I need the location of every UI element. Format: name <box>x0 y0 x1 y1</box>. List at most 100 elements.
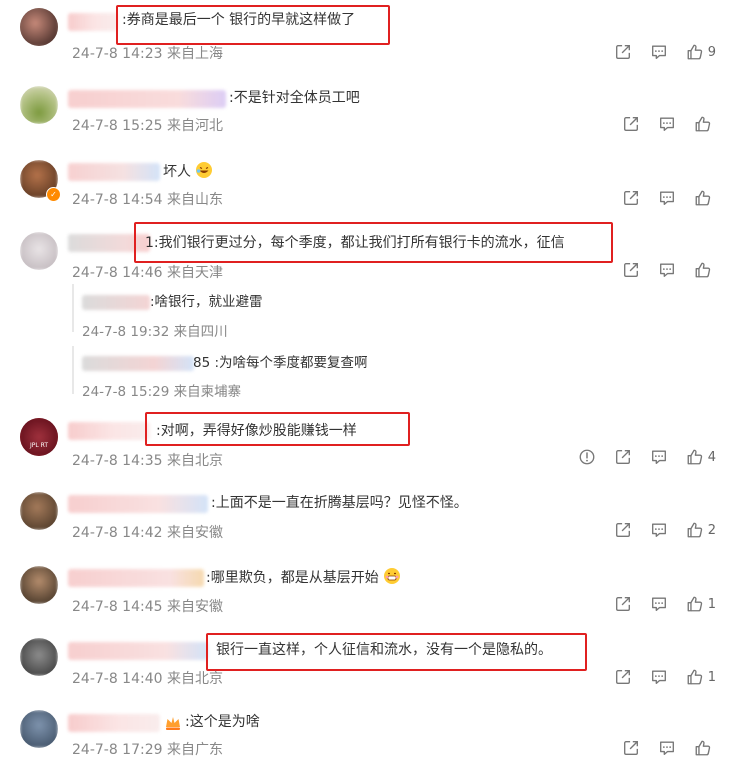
crown-icon <box>166 717 180 730</box>
comment-item: 银行一直这样，个人征信和流水，没有一个是隐私的。 24-7-8 14:40 来自… <box>0 630 740 702</box>
avatar[interactable] <box>20 8 58 46</box>
comment-icon <box>658 261 676 279</box>
like-icon <box>686 668 704 686</box>
like-button[interactable]: 1 <box>686 595 716 613</box>
username[interactable] <box>68 642 208 660</box>
comment-actions <box>604 188 716 208</box>
share-icon <box>622 739 640 757</box>
reply-meta: 24-7-8 15:29 来自柬埔寨 <box>82 384 242 400</box>
comment-item: ✓ 坏人 24-7-8 14:54 来自山东 <box>0 150 740 220</box>
like-button[interactable] <box>694 189 716 207</box>
comment-text: 坏人 <box>163 161 213 182</box>
report-button[interactable] <box>578 448 596 466</box>
comment-text: :上面不是一直在折腾基层吗？见怪不怪。 <box>211 495 468 511</box>
reply-username[interactable] <box>82 295 150 310</box>
avatar[interactable] <box>20 710 58 748</box>
avatar[interactable] <box>20 566 58 604</box>
highlight-box <box>116 5 390 45</box>
comment-item: :券商是最后一个 银行的早就这样做了 24-7-8 14:23 来自上海 9 <box>0 0 740 70</box>
like-icon <box>686 595 704 613</box>
comment-text-content: :哪里欺负，都是从基层开始 <box>206 570 379 586</box>
comment-item: JPL RT :对啊，弄得好像炒股能赚钱一样 24-7-8 14:35 来自北京… <box>0 410 740 482</box>
like-icon <box>694 189 712 207</box>
avatar[interactable]: JPL RT <box>20 418 58 456</box>
share-button[interactable] <box>614 521 632 539</box>
like-button[interactable] <box>694 115 716 133</box>
like-button[interactable]: 4 <box>686 448 716 466</box>
comment-icon <box>650 43 668 61</box>
report-icon <box>578 448 596 466</box>
avatar[interactable] <box>20 232 58 270</box>
like-icon <box>694 739 712 757</box>
share-button[interactable] <box>614 668 632 686</box>
comment-text-content: 坏人 <box>163 164 191 180</box>
comment-icon <box>650 448 668 466</box>
comment-meta: 24-7-8 14:40 来自北京 <box>72 671 223 687</box>
username[interactable] <box>68 422 150 440</box>
reply-button[interactable] <box>650 595 668 613</box>
avatar[interactable] <box>20 638 58 676</box>
laugh-emoji-icon <box>196 162 213 178</box>
comment-text: :不是针对全体员工吧 <box>229 90 360 106</box>
avatar[interactable] <box>20 492 58 530</box>
reply-button[interactable] <box>650 521 668 539</box>
comment-actions <box>604 114 716 134</box>
username[interactable] <box>68 714 160 732</box>
reply-button[interactable] <box>650 448 668 466</box>
username[interactable] <box>68 163 160 181</box>
username[interactable] <box>68 569 204 587</box>
username[interactable] <box>68 90 226 108</box>
comment-actions: 1 <box>596 667 716 687</box>
avatar[interactable] <box>20 86 58 124</box>
reply-button[interactable] <box>658 739 676 757</box>
comment-text: :哪里欺负，都是从基层开始 <box>206 567 401 588</box>
like-button[interactable] <box>694 261 716 279</box>
reply-button[interactable] <box>650 668 668 686</box>
share-button[interactable] <box>614 448 632 466</box>
comment-icon <box>658 739 676 757</box>
share-button[interactable] <box>622 261 640 279</box>
comment-item: :不是针对全体员工吧 24-7-8 15:25 来自河北 <box>0 78 740 148</box>
comment-actions: 1 <box>596 594 716 614</box>
comment-icon <box>658 115 676 133</box>
comment-actions <box>604 738 716 758</box>
share-icon <box>614 521 632 539</box>
share-button[interactable] <box>614 43 632 61</box>
like-button[interactable]: 2 <box>686 521 716 539</box>
like-count: 2 <box>707 522 716 538</box>
highlight-box <box>145 412 410 446</box>
comment-meta: 24-7-8 14:45 来自安徽 <box>72 599 223 615</box>
reply-button[interactable] <box>658 115 676 133</box>
share-icon <box>614 595 632 613</box>
like-button[interactable]: 9 <box>686 43 716 61</box>
reply-button[interactable] <box>658 189 676 207</box>
comment-icon <box>650 521 668 539</box>
share-button[interactable] <box>614 595 632 613</box>
reply-button[interactable] <box>658 261 676 279</box>
like-button[interactable] <box>694 739 716 757</box>
comment-actions: 9 <box>596 42 716 62</box>
comment-meta: 24-7-8 14:42 来自安徽 <box>72 525 223 541</box>
comment-meta: 24-7-8 14:46 来自天津 <box>72 265 223 281</box>
reply-button[interactable] <box>650 43 668 61</box>
reply-username[interactable] <box>82 356 194 371</box>
comment-meta: 24-7-8 15:25 来自河北 <box>72 118 223 134</box>
username[interactable] <box>68 13 118 31</box>
comment-actions <box>604 260 716 280</box>
reply-divider <box>72 284 74 332</box>
comment-icon <box>650 668 668 686</box>
share-button[interactable] <box>622 189 640 207</box>
like-button[interactable]: 1 <box>686 668 716 686</box>
comment-meta: 24-7-8 14:35 来自北京 <box>72 453 223 469</box>
comment-item: :上面不是一直在折腾基层吗？见怪不怪。 24-7-8 14:42 来自安徽 2 <box>0 482 740 554</box>
comment-text: :这个是为啥 <box>185 714 260 730</box>
share-button[interactable] <box>622 739 640 757</box>
like-icon <box>694 115 712 133</box>
like-count: 1 <box>707 669 716 685</box>
reply-divider <box>72 346 74 394</box>
avatar-label: JPL RT <box>29 442 49 449</box>
highlight-box <box>134 222 613 263</box>
username[interactable] <box>68 495 208 513</box>
share-button[interactable] <box>622 115 640 133</box>
share-icon <box>614 448 632 466</box>
